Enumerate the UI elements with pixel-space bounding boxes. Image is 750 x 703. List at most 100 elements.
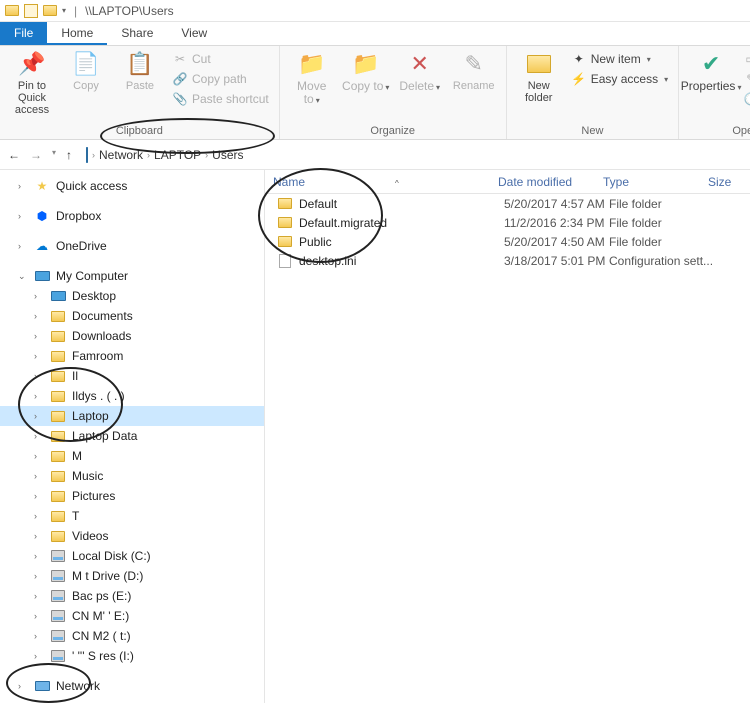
nav-up-button[interactable]: ↑ bbox=[66, 148, 72, 162]
sort-arrow-icon: ^ bbox=[395, 179, 399, 188]
network-tree-icon bbox=[34, 678, 50, 694]
file-row-desktop-ini[interactable]: desktop.ini3/18/2017 5:01 PMConfiguratio… bbox=[265, 251, 750, 270]
properties-button[interactable]: ✔Properties▾ bbox=[687, 50, 735, 93]
qat-folder-icon[interactable] bbox=[4, 3, 20, 19]
delete-button[interactable]: ✕Delete▾ bbox=[396, 50, 444, 93]
tree-item-cn-m-e-[interactable]: ›CN M' ' E:) bbox=[0, 606, 264, 626]
qat-props-icon[interactable] bbox=[24, 4, 38, 18]
breadcrumb-users[interactable]: Users bbox=[212, 148, 243, 162]
tree-item-il[interactable]: ›Il bbox=[0, 366, 264, 386]
navigation-pane[interactable]: ›★Quick access ›⬢Dropbox ›☁OneDrive ⌄My … bbox=[0, 170, 265, 703]
history-button[interactable]: 🕑History bbox=[741, 90, 750, 108]
col-date[interactable]: Date modified bbox=[490, 175, 595, 189]
netfolder-icon bbox=[50, 508, 66, 524]
group-open: ✔Properties▾ ▭Open▾ ✎Edit 🕑History Open bbox=[679, 46, 750, 139]
nav-bar: ← → ▾ ↑ › Network › LAPTOP › Users bbox=[0, 140, 750, 170]
breadcrumb-laptop[interactable]: LAPTOP bbox=[154, 148, 201, 162]
file-row-default-migrated[interactable]: Default.migrated11/2/2016 2:34 PMFile fo… bbox=[265, 213, 750, 232]
folder-icon bbox=[277, 217, 293, 228]
new-folder-button[interactable]: New folder bbox=[515, 50, 563, 104]
netfolder-icon bbox=[50, 428, 66, 444]
tree-item-desktop[interactable]: ›Desktop bbox=[0, 286, 264, 306]
move-to-button[interactable]: 📁Move to▾ bbox=[288, 50, 336, 106]
drive-icon bbox=[50, 568, 66, 584]
separator: | bbox=[74, 4, 77, 18]
tab-view[interactable]: View bbox=[167, 22, 221, 45]
nav-recent-button[interactable]: ▾ bbox=[52, 148, 56, 162]
easy-access-button[interactable]: ⚡Easy access▾ bbox=[569, 70, 670, 88]
drive-icon bbox=[50, 608, 66, 624]
chevron-icon[interactable]: › bbox=[92, 150, 95, 160]
edit-button[interactable]: ✎Edit bbox=[741, 70, 750, 88]
tree-item-cn-m2-t-[interactable]: ›CN M2 ( t:) bbox=[0, 626, 264, 646]
paste-shortcut-button[interactable]: 📎Paste shortcut bbox=[170, 90, 271, 108]
netfolder-icon bbox=[50, 348, 66, 364]
breadcrumb-network[interactable]: Network bbox=[99, 148, 143, 162]
nav-back-button[interactable]: ← bbox=[8, 148, 20, 162]
tree-item-music[interactable]: ›Music bbox=[0, 466, 264, 486]
pin-quick-access-button[interactable]: 📌 Pin to Quick access bbox=[8, 50, 56, 116]
file-list-view[interactable]: Name^ Date modified Type Size Default5/2… bbox=[265, 170, 750, 703]
copy-path-button[interactable]: 🔗Copy path bbox=[170, 70, 271, 88]
copy-button[interactable]: 📄 Copy bbox=[62, 50, 110, 92]
tree-item-bac-ps-e-[interactable]: ›Bac ps (E:) bbox=[0, 586, 264, 606]
tree-item-ildys-[interactable]: ›Ildys . ( . ) bbox=[0, 386, 264, 406]
tab-share[interactable]: Share bbox=[107, 22, 167, 45]
tab-home[interactable]: Home bbox=[47, 22, 107, 45]
down-icon bbox=[50, 328, 66, 344]
rename-button[interactable]: ✎Rename bbox=[450, 50, 498, 92]
tree-dropbox[interactable]: ›⬢Dropbox bbox=[0, 206, 264, 226]
tree-item-m[interactable]: ›M bbox=[0, 446, 264, 466]
file-row-public[interactable]: Public5/20/2017 4:50 AMFile folder bbox=[265, 232, 750, 251]
copy-to-button[interactable]: 📁Copy to▾ bbox=[342, 50, 390, 93]
new-item-button[interactable]: ✦New item▾ bbox=[569, 50, 670, 68]
open-icon: ▭ bbox=[743, 51, 750, 67]
network-icon bbox=[86, 148, 88, 162]
chevron-icon[interactable]: › bbox=[147, 150, 150, 160]
qat-dropdown-icon[interactable]: ▾ bbox=[62, 6, 66, 15]
cut-button[interactable]: ✂Cut bbox=[170, 50, 271, 68]
tree-my-computer[interactable]: ⌄My Computer bbox=[0, 266, 264, 286]
group-clipboard: 📌 Pin to Quick access 📄 Copy 📋 Paste ✂Cu… bbox=[0, 46, 280, 139]
tree-item--s-res-i-[interactable]: ›' ''' S res (I:) bbox=[0, 646, 264, 666]
col-size[interactable]: Size bbox=[700, 175, 750, 189]
drive-icon bbox=[50, 628, 66, 644]
col-type[interactable]: Type bbox=[595, 175, 700, 189]
copy-icon: 📄 bbox=[72, 50, 100, 78]
new-folder-icon bbox=[525, 50, 553, 78]
tree-item-laptop-data[interactable]: ›Laptop Data bbox=[0, 426, 264, 446]
netfolder-icon bbox=[50, 388, 66, 404]
paste-button[interactable]: 📋 Paste bbox=[116, 50, 164, 92]
tree-item-m-t-drive-d-[interactable]: ›M t Drive (D:) bbox=[0, 566, 264, 586]
tree-item-local-disk-c-[interactable]: ›Local Disk (C:) bbox=[0, 546, 264, 566]
video-icon bbox=[50, 528, 66, 544]
drive-icon bbox=[50, 588, 66, 604]
tree-quick-access[interactable]: ›★Quick access bbox=[0, 176, 264, 196]
tree-onedrive[interactable]: ›☁OneDrive bbox=[0, 236, 264, 256]
tree-item-t[interactable]: ›T bbox=[0, 506, 264, 526]
nav-forward-button[interactable]: → bbox=[30, 148, 42, 162]
copyto-icon: 📁 bbox=[352, 50, 380, 78]
breadcrumb[interactable]: › Network › LAPTOP › Users bbox=[86, 148, 244, 162]
scissors-icon: ✂ bbox=[172, 51, 188, 67]
easy-access-icon: ⚡ bbox=[571, 71, 587, 87]
column-headers[interactable]: Name^ Date modified Type Size bbox=[265, 170, 750, 194]
tree-item-videos[interactable]: ›Videos bbox=[0, 526, 264, 546]
new-item-icon: ✦ bbox=[571, 51, 587, 67]
tree-item-documents[interactable]: ›Documents bbox=[0, 306, 264, 326]
move-icon: 📁 bbox=[298, 50, 326, 78]
col-name[interactable]: Name^ bbox=[265, 175, 490, 189]
tree-item-laptop[interactable]: ›Laptop bbox=[0, 406, 264, 426]
monitor-icon bbox=[50, 288, 66, 304]
open-button[interactable]: ▭Open▾ bbox=[741, 50, 750, 68]
tree-network[interactable]: ›Network bbox=[0, 676, 264, 696]
qat-new-icon[interactable] bbox=[42, 3, 58, 19]
tree-item-famroom[interactable]: ›Famroom bbox=[0, 346, 264, 366]
chevron-icon[interactable]: › bbox=[205, 150, 208, 160]
tree-item-downloads[interactable]: ›Downloads bbox=[0, 326, 264, 346]
ribbon-tabs: File Home Share View bbox=[0, 22, 750, 46]
tree-item-pictures[interactable]: ›Pictures bbox=[0, 486, 264, 506]
tab-file[interactable]: File bbox=[0, 22, 47, 45]
file-row-default[interactable]: Default5/20/2017 4:57 AMFile folder bbox=[265, 194, 750, 213]
edit-icon: ✎ bbox=[743, 71, 750, 87]
